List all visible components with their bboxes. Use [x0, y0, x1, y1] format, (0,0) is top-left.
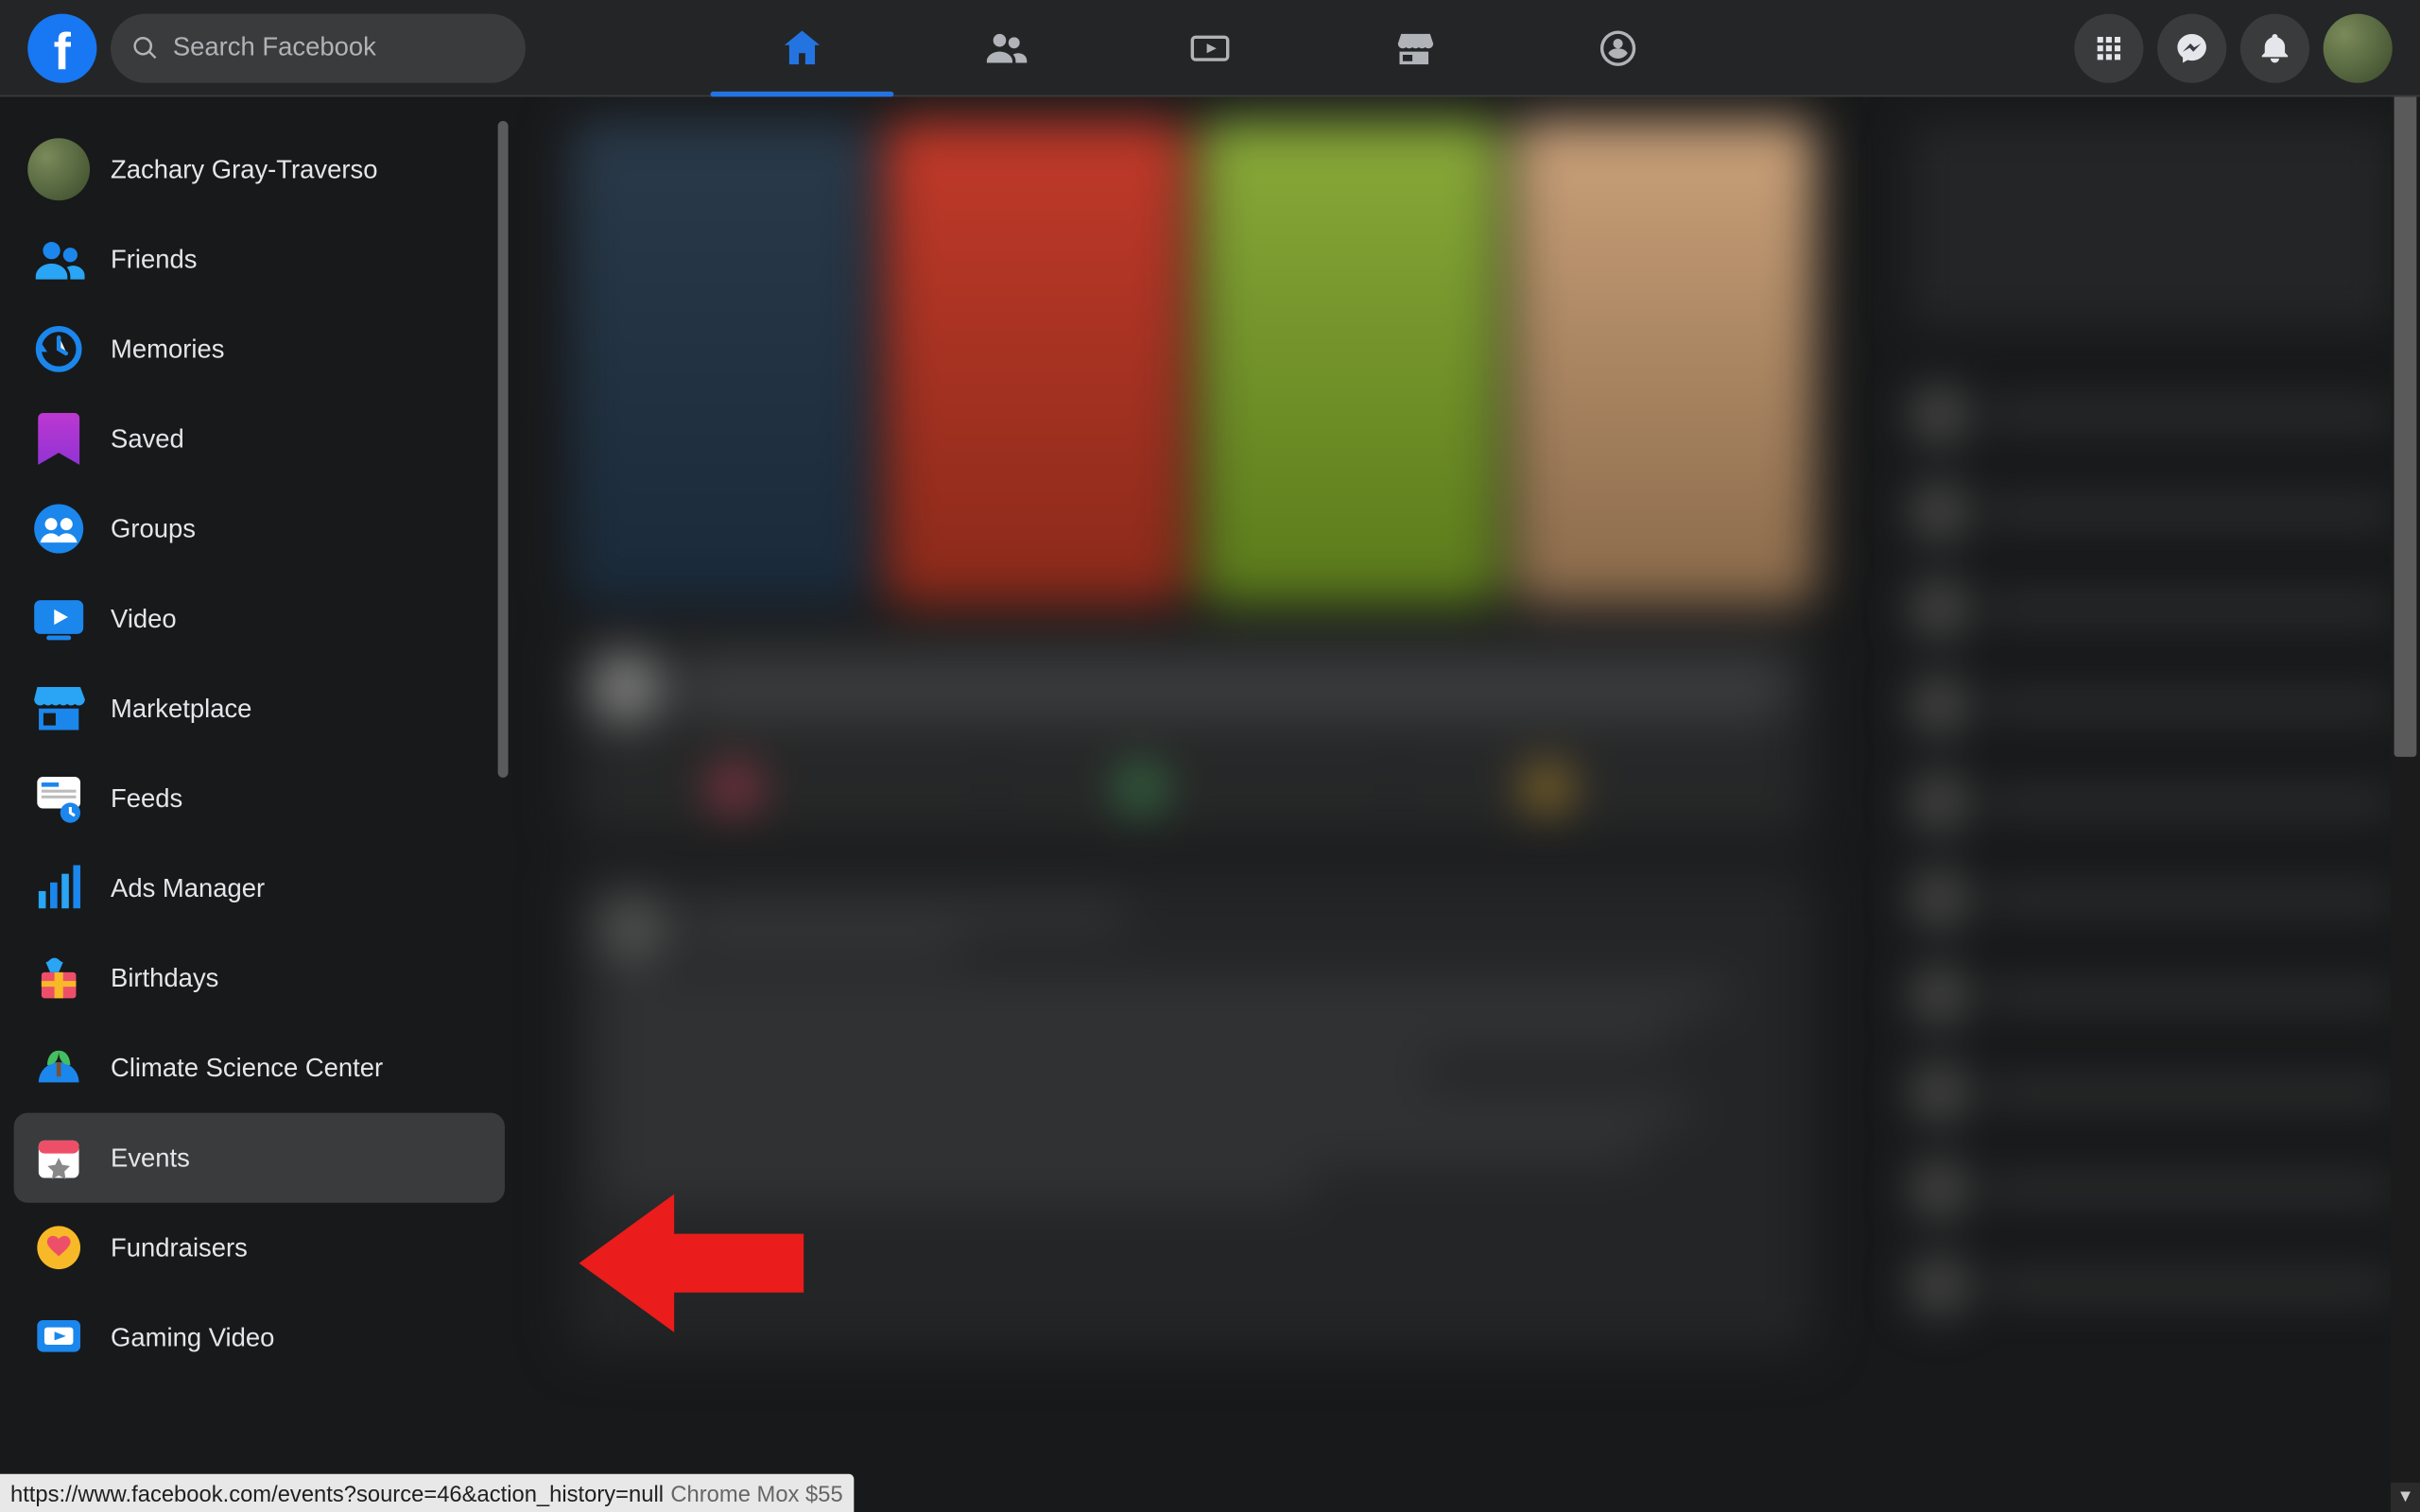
stories-row — [570, 121, 1815, 605]
sidebar-item-groups[interactable]: Groups — [14, 484, 505, 574]
sidebar-item-label: Marketplace — [111, 694, 251, 723]
climate-icon — [27, 1037, 90, 1099]
gaming-video-icon — [27, 1306, 90, 1368]
sidebar-item-marketplace[interactable]: Marketplace — [14, 663, 505, 753]
sidebar-item-label: Ads Manager — [111, 873, 265, 902]
events-icon — [27, 1126, 90, 1189]
sidebar-item-label: Climate Science Center — [111, 1054, 383, 1083]
post — [570, 868, 1815, 1351]
sidebar-item-label: Feeds — [111, 783, 182, 813]
sidebar-item-label: Events — [111, 1143, 190, 1173]
scroll-down-arrow[interactable]: ▼ — [2391, 1483, 2420, 1512]
messenger-button[interactable] — [2157, 13, 2226, 82]
sidebar-scrollbar-thumb[interactable] — [498, 121, 509, 778]
sidebar-item-label: Gaming Video — [111, 1323, 274, 1352]
scroll-track[interactable] — [2391, 29, 2420, 1483]
search-input[interactable] — [159, 33, 505, 62]
bell-icon — [2257, 30, 2292, 65]
feeds-icon — [27, 767, 90, 830]
home-icon — [780, 26, 825, 71]
friends-icon — [27, 228, 90, 290]
sidebar-item-label: Birthdays — [111, 963, 218, 992]
menu-grid-icon — [2092, 30, 2127, 65]
ads-manager-icon — [27, 857, 90, 919]
account-avatar[interactable] — [2324, 13, 2393, 82]
fundraisers-icon — [27, 1216, 90, 1279]
sidebar-item-label: Friends — [111, 245, 197, 274]
sidebar-item-birthdays[interactable]: Birthdays — [14, 933, 505, 1022]
search-box[interactable] — [111, 13, 526, 82]
status-url: https://www.facebook.com/events?source=4… — [10, 1480, 664, 1505]
friends-icon — [983, 26, 1028, 71]
sidebar-item-label: Groups — [111, 514, 196, 543]
sidebar-item-ads-manager[interactable]: Ads Manager — [14, 843, 505, 933]
sidebar-item-label: Memories — [111, 335, 224, 364]
messenger-icon — [2174, 30, 2209, 65]
composer — [570, 632, 1815, 839]
sidebar-item-gaming-video[interactable]: Gaming Video — [14, 1293, 505, 1383]
nav-groups[interactable] — [1523, 0, 1713, 95]
sidebar-item-label: Video — [111, 604, 177, 633]
status-bar: https://www.facebook.com/events?source=4… — [0, 1474, 854, 1512]
marketplace-icon — [27, 678, 90, 740]
sidebar-item-fundraisers[interactable]: Fundraisers — [14, 1203, 505, 1293]
nav-friends[interactable] — [911, 0, 1101, 95]
sidebar-item-label: Zachary Gray-Traverso — [111, 155, 377, 184]
memories-icon — [27, 318, 90, 380]
main-feed-blurred — [570, 121, 1815, 1351]
menu-button[interactable] — [2074, 13, 2143, 82]
scroll-thumb[interactable] — [2394, 29, 2417, 756]
sidebar-item-label: Fundraisers — [111, 1233, 248, 1263]
right-sidebar-blurred — [1909, 121, 2393, 1327]
search-icon — [131, 34, 159, 61]
sidebar-item-saved[interactable]: Saved — [14, 394, 505, 484]
video-icon — [27, 588, 90, 650]
sidebar-item-events[interactable]: Events — [14, 1113, 505, 1203]
marketplace-icon — [1392, 26, 1437, 71]
video-icon — [1187, 26, 1233, 71]
groups-icon — [1596, 26, 1641, 71]
sidebar-item-label: Saved — [111, 424, 184, 454]
nav-marketplace[interactable] — [1319, 0, 1509, 95]
status-tail: Chrome Mox $55 — [670, 1480, 842, 1505]
sidebar-item-memories[interactable]: Memories — [14, 304, 505, 394]
birthdays-icon — [27, 947, 90, 1009]
nav-home[interactable] — [707, 0, 897, 95]
sidebar-item-friends[interactable]: Friends — [14, 215, 505, 304]
sidebar-item-climate[interactable]: Climate Science Center — [14, 1023, 505, 1113]
header: f — [0, 0, 2420, 96]
left-sidebar[interactable]: Zachary Gray-Traverso Friends Memories S… — [0, 96, 519, 1512]
notifications-button[interactable] — [2240, 13, 2309, 82]
facebook-logo[interactable]: f — [27, 13, 96, 82]
sidebar-item-profile[interactable]: Zachary Gray-Traverso — [14, 125, 505, 215]
sidebar-item-feeds[interactable]: Feeds — [14, 753, 505, 843]
groups-icon — [27, 498, 90, 560]
saved-icon — [27, 408, 90, 471]
browser-scrollbar[interactable]: ▲ ▼ — [2391, 0, 2420, 1512]
sidebar-item-video[interactable]: Video — [14, 574, 505, 663]
avatar-icon — [27, 138, 90, 200]
nav-video[interactable] — [1115, 0, 1305, 95]
